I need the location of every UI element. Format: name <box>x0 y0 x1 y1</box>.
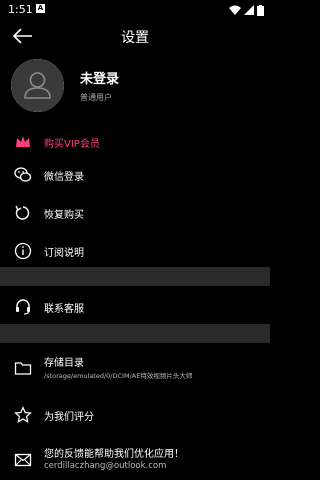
feedback-label: 您的反馈能帮助我们优化应用！ <box>44 449 184 460</box>
user-type: 普通用户 <box>80 93 112 102</box>
wechat-login-row[interactable]: 微信登录 <box>0 164 270 186</box>
storage-path: /storage/emulated/0/DCIM/AE特效视频片头大师 <box>44 372 193 380</box>
contact-support-label: 联系客服 <box>44 304 84 315</box>
wifi-icon <box>229 5 241 15</box>
restore-purchase-row[interactable]: 恢复购买 <box>0 202 270 224</box>
crown-icon <box>16 136 30 147</box>
user-name: 未登录 <box>80 72 120 87</box>
rate-us-label: 为我们评分 <box>44 412 94 423</box>
status-icons <box>229 4 264 16</box>
headset-icon <box>16 299 30 315</box>
buy-vip-label: 购买VIP会员 <box>44 139 100 150</box>
section-divider <box>0 267 270 286</box>
restore-purchase-label: 恢复购买 <box>44 210 84 221</box>
subscription-info-label: 订阅说明 <box>44 248 84 259</box>
user-icon <box>11 59 64 112</box>
folder-icon <box>14 362 32 375</box>
avatar[interactable] <box>11 59 64 112</box>
contact-support-row[interactable]: 联系客服 <box>0 296 270 318</box>
star-icon <box>14 406 32 424</box>
page-title: 设置 <box>121 30 149 46</box>
section-divider <box>0 324 270 343</box>
mail-icon <box>14 453 32 467</box>
storage-directory-row[interactable]: 存储目录 /storage/emulated/0/DCIM/AE特效视频片头大师 <box>0 352 270 382</box>
restore-icon <box>15 205 30 220</box>
info-icon <box>14 242 32 260</box>
feedback-email[interactable]: cerdillaczhang@outlook.com <box>44 461 166 471</box>
feedback-row[interactable]: 您的反馈能帮助我们优化应用！ cerdillaczhang@outlook.co… <box>0 444 270 474</box>
notification-icon: A <box>36 4 45 13</box>
status-bar: 1:51 A <box>0 0 270 20</box>
profile-section[interactable]: 未登录 普通用户 <box>0 56 270 116</box>
subscription-info-row[interactable]: 订阅说明 <box>0 240 270 262</box>
status-time: 1:51 <box>8 3 33 16</box>
top-bar: 设置 <box>0 20 270 52</box>
rate-us-row[interactable]: 为我们评分 <box>0 404 270 426</box>
wechat-login-label: 微信登录 <box>44 172 84 183</box>
signal-icon <box>244 5 254 15</box>
buy-vip-row[interactable]: 购买VIP会员 <box>0 130 270 154</box>
storage-directory-label: 存储目录 <box>44 358 84 369</box>
battery-icon <box>257 4 264 16</box>
wechat-icon <box>14 167 32 182</box>
